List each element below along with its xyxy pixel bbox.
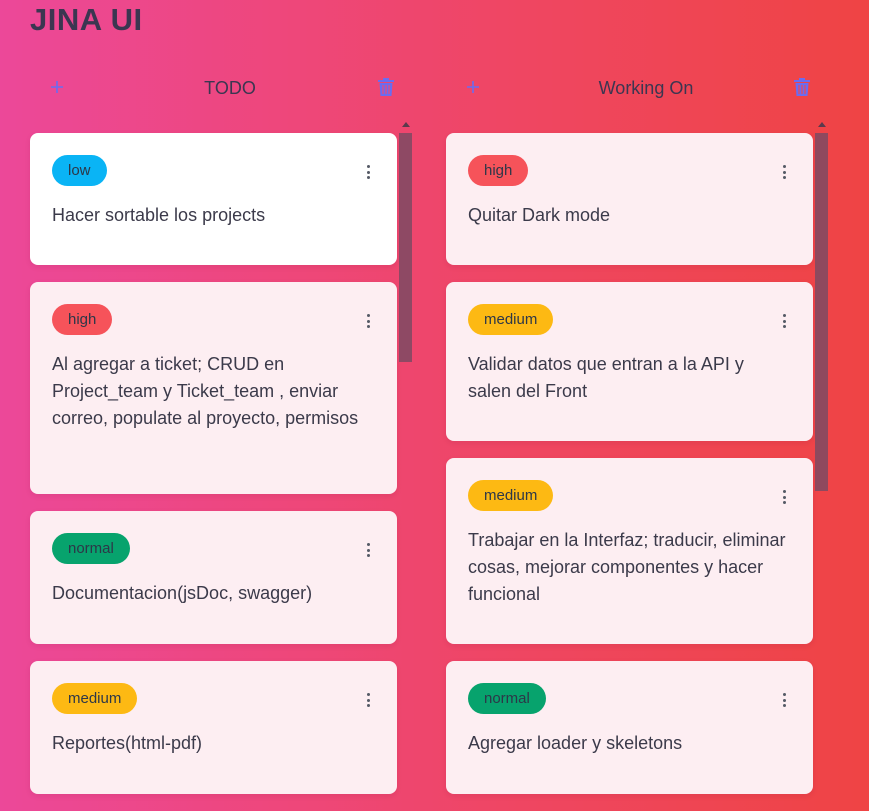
task-text: Trabajar en la Interfaz; traducir, elimi… [468,530,786,604]
task-text: Al agregar a ticket; CRUD en Project_tea… [52,354,359,428]
task-text: Validar datos que entran a la API y sale… [468,354,744,401]
scroll-thumb[interactable] [399,133,412,362]
more-vertical-icon[interactable] [365,165,371,179]
trash-icon [378,78,394,96]
task-card[interactable]: medium Trabajar en la Interfaz; traducir… [446,458,813,644]
delete-column-button[interactable] [378,78,398,100]
priority-badge: medium [52,683,138,714]
task-list: high Quitar Dark mode medium Validar dat… [446,133,813,811]
scrollbar[interactable] [399,122,413,802]
priority-badge: normal [52,533,130,564]
delete-column-button[interactable] [794,78,814,100]
task-text: Hacer sortable los projects [52,205,266,225]
priority-badge: medium [468,480,554,511]
task-text: Agregar loader y skeletons [468,733,683,753]
task-text: Reportes(html-pdf) [52,733,203,753]
column-todo: TODO low Hacer sortable los projects hig… [30,70,430,802]
more-vertical-icon[interactable] [365,693,371,707]
column-header: Working On [446,70,846,110]
task-card[interactable]: medium Reportes(html-pdf) [30,661,397,794]
task-card[interactable]: medium Validar datos que entran a la API… [446,282,813,441]
priority-badge: high [468,155,529,186]
task-card[interactable]: low Hacer sortable los projects [30,133,397,265]
task-text: Documentacion(jsDoc, swagger) [52,583,313,603]
scroll-up-arrow-icon[interactable] [818,122,826,127]
more-vertical-icon[interactable] [365,314,371,328]
more-vertical-icon[interactable] [365,543,371,557]
scroll-up-arrow-icon[interactable] [402,122,410,127]
column-title: Working On [598,78,694,98]
task-list: low Hacer sortable los projects high Al … [30,133,397,811]
more-vertical-icon[interactable] [781,165,787,179]
task-card[interactable]: high Quitar Dark mode [446,133,813,265]
more-vertical-icon[interactable] [781,314,787,328]
more-vertical-icon[interactable] [781,490,787,504]
app-title: JINA UI [30,2,143,37]
column-title: TODO [204,78,256,98]
column-header: TODO [30,70,430,110]
task-card[interactable]: normal Agregar loader y skeletons [446,661,813,794]
scroll-thumb[interactable] [815,133,828,491]
task-card[interactable]: normal Documentacion(jsDoc, swagger) [30,511,397,644]
priority-badge: low [52,155,107,186]
column-working-on: Working On high Quitar Dark mode medium … [446,70,846,802]
priority-badge: high [52,304,113,335]
task-card[interactable]: high Al agregar a ticket; CRUD en Projec… [30,282,397,494]
task-text: Quitar Dark mode [468,205,611,225]
scrollbar[interactable] [815,122,829,802]
trash-icon [794,78,810,96]
priority-badge: normal [468,683,546,714]
priority-badge: medium [468,304,554,335]
more-vertical-icon[interactable] [781,693,787,707]
